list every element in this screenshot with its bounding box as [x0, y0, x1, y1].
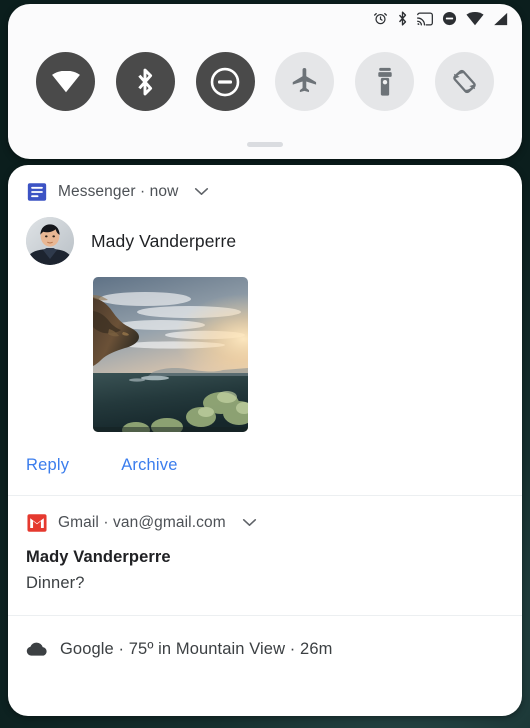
reply-button[interactable]: Reply [26, 456, 69, 475]
avatar [26, 217, 74, 265]
notification-app-label: Gmail · van@gmail.com [58, 514, 226, 531]
message-sender-name: Mady Vanderperre [91, 230, 237, 251]
notification-google-weather[interactable]: Google · 75º in Mountain View · 26m [8, 616, 522, 682]
weather-summary: Google · 75º in Mountain View · 26m [60, 639, 333, 658]
bluetooth-tile[interactable] [115, 52, 175, 111]
chevron-down-icon[interactable] [242, 514, 257, 532]
gmail-subject: Dinner? [26, 574, 85, 592]
cloud-icon [26, 642, 47, 656]
message-sender-row: Mady Vanderperre [8, 203, 522, 265]
message-image-container [8, 265, 522, 432]
bluetooth-icon [138, 68, 153, 95]
flashlight-icon [377, 67, 392, 96]
auto-rotate-tile[interactable] [434, 52, 494, 111]
do-not-disturb-tile[interactable] [195, 52, 255, 111]
avatar-photo [26, 217, 74, 265]
do-not-disturb-icon [210, 67, 240, 96]
gmail-sender: Mady Vanderperre [26, 548, 171, 566]
wifi-tile[interactable] [36, 52, 95, 111]
gmail-icon [27, 514, 47, 532]
notification-header-gmail: Gmail · van@gmail.com [8, 496, 522, 534]
quick-settings-drag-handle[interactable] [247, 142, 283, 147]
cast-icon [417, 12, 433, 31]
do-not-disturb-icon [442, 11, 457, 31]
notification-app-label: Messenger · now [58, 183, 179, 200]
bluetooth-icon [397, 11, 408, 31]
status-bar [8, 4, 522, 38]
airplane-icon [292, 67, 316, 92]
alarm-icon [373, 11, 388, 31]
chevron-down-icon[interactable] [194, 183, 209, 201]
auto-rotate-icon [453, 69, 476, 94]
wifi-icon [466, 11, 484, 31]
notification-messenger[interactable]: Messenger · now Mady Vanderperre Reply A… [8, 165, 522, 495]
quick-settings-tiles [8, 52, 522, 111]
message-image[interactable] [93, 277, 248, 432]
cell-signal-icon [493, 12, 508, 31]
quick-settings-panel [8, 4, 522, 159]
archive-button[interactable]: Archive [121, 456, 177, 475]
notification-actions: Reply Archive [8, 432, 522, 495]
notification-header-google: Google · 75º in Mountain View · 26m [8, 616, 522, 682]
landscape-photo [93, 277, 248, 432]
wifi-icon [51, 70, 80, 92]
gmail-body: Mady Vanderperre Dinner? [8, 534, 522, 615]
airplane-mode-tile[interactable] [275, 52, 335, 111]
notification-panel: Messenger · now Mady Vanderperre Reply A… [8, 165, 522, 716]
flashlight-tile[interactable] [355, 52, 415, 111]
notification-header-messenger: Messenger · now [8, 165, 522, 203]
messenger-icon [27, 183, 47, 201]
notification-gmail[interactable]: Gmail · van@gmail.com Mady Vanderperre D… [8, 496, 522, 615]
